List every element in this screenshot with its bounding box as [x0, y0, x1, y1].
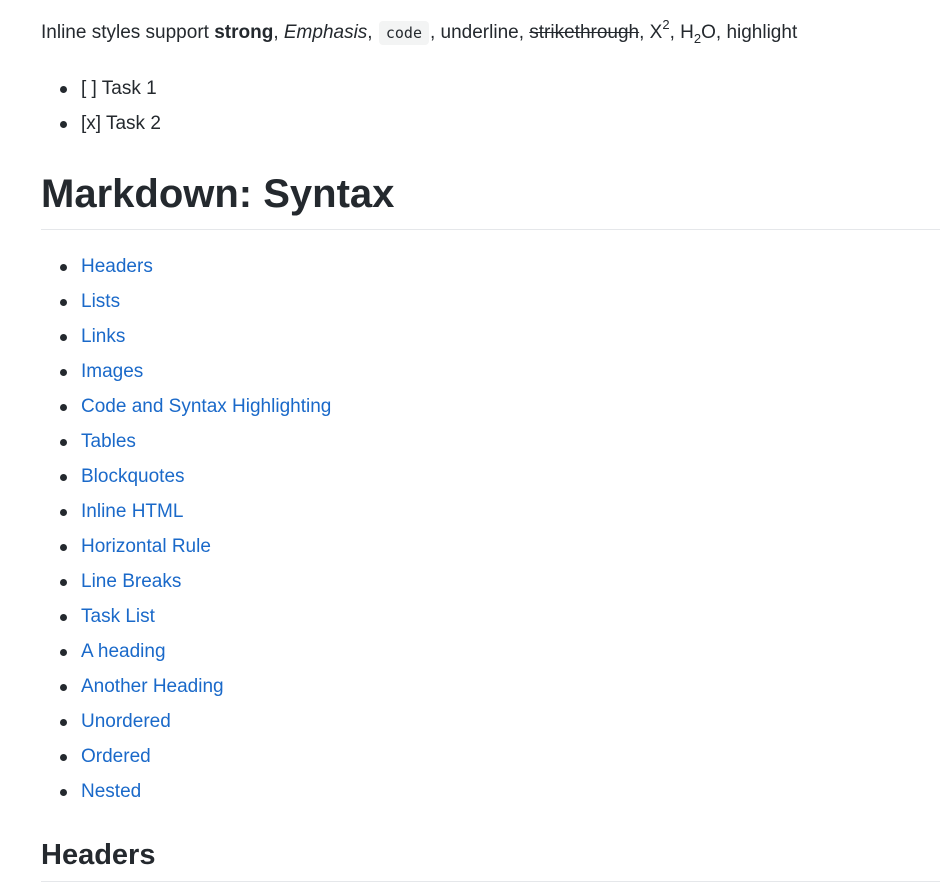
inline-separator: ,: [367, 22, 378, 43]
toc-item: Lists: [41, 284, 331, 319]
toc-item: Nested: [41, 774, 331, 809]
task-list-item: [ ] Task 1: [41, 71, 161, 106]
toc-link-nested[interactable]: Nested: [81, 781, 141, 802]
inline-suffix-text: O, highlight: [701, 22, 798, 43]
toc-item: Task List: [41, 599, 331, 634]
toc-item: Line Breaks: [41, 564, 331, 599]
toc-link-headers[interactable]: Headers: [81, 256, 153, 277]
toc-link-ordered[interactable]: Ordered: [81, 746, 151, 767]
toc-link-another-heading[interactable]: Another Heading: [81, 676, 224, 697]
toc-item: A heading: [41, 634, 331, 669]
strong-text: strong: [214, 22, 274, 43]
toc-item: Another Heading: [41, 669, 331, 704]
toc-item: Blockquotes: [41, 459, 331, 494]
inline-separator: , X: [639, 22, 663, 43]
inline-prefix-text: Inline styles support: [41, 22, 215, 43]
toc-link-tables[interactable]: Tables: [81, 431, 136, 452]
toc-link-line-breaks[interactable]: Line Breaks: [81, 571, 181, 592]
toc-link-a-heading[interactable]: A heading: [81, 641, 166, 662]
toc-item: Horizontal Rule: [41, 529, 331, 564]
section-divider: [41, 881, 940, 882]
inline-styles-paragraph: Inline styles support strong, Emphasis , …: [41, 17, 798, 48]
toc-item: Images: [41, 354, 331, 389]
toc-item: Headers: [41, 249, 331, 284]
table-of-contents: Headers Lists Links Images Code and Synt…: [41, 249, 331, 809]
inline-code: code: [378, 21, 429, 45]
heading-divider: [41, 229, 940, 230]
toc-link-inline-html[interactable]: Inline HTML: [81, 501, 183, 522]
task-list: [ ] Task 1 [x] Task 2: [41, 71, 161, 141]
superscript-text: 2: [662, 17, 670, 32]
page-title: Markdown: Syntax: [41, 172, 395, 216]
toc-item: Tables: [41, 424, 331, 459]
toc-item: Ordered: [41, 739, 331, 774]
toc-link-links[interactable]: Links: [81, 326, 125, 347]
inline-separator: , underline,: [429, 22, 530, 43]
toc-link-code-highlighting[interactable]: Code and Syntax Highlighting: [81, 396, 331, 417]
toc-link-horizontal-rule[interactable]: Horizontal Rule: [81, 536, 211, 557]
strikethrough-text: strikethrough: [529, 22, 640, 43]
inline-separator: , H: [669, 22, 694, 43]
toc-link-blockquotes[interactable]: Blockquotes: [81, 466, 185, 487]
section-heading: Headers: [41, 839, 156, 871]
toc-link-unordered[interactable]: Unordered: [81, 711, 171, 732]
toc-link-task-list[interactable]: Task List: [81, 606, 155, 627]
inline-separator: ,: [273, 22, 284, 43]
toc-item: Code and Syntax Highlighting: [41, 389, 331, 424]
toc-link-lists[interactable]: Lists: [81, 291, 120, 312]
toc-item: Links: [41, 319, 331, 354]
toc-item: Unordered: [41, 704, 331, 739]
toc-item: Inline HTML: [41, 494, 331, 529]
emphasis-text: Emphasis: [283, 22, 368, 43]
task-list-item: [x] Task 2: [41, 106, 161, 141]
toc-link-images[interactable]: Images: [81, 361, 143, 382]
